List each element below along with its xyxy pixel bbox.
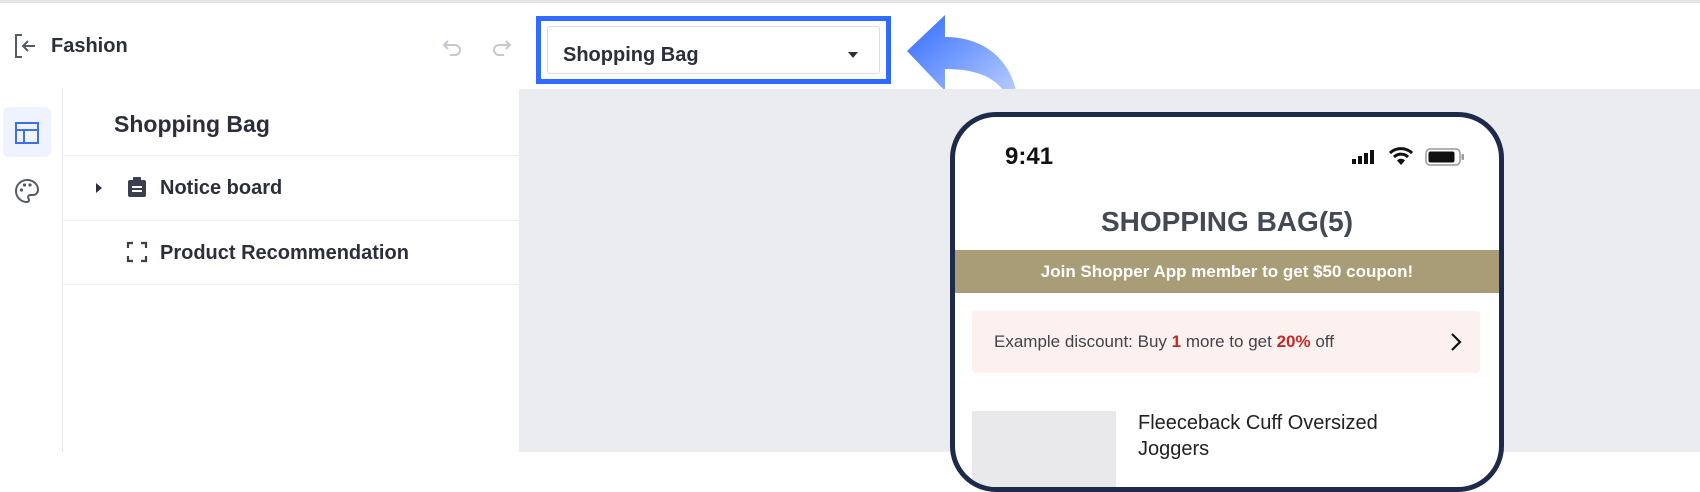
left-rail — [0, 89, 63, 452]
signal-icon — [1352, 150, 1374, 164]
page-selector-value: Shopping Bag — [563, 44, 699, 66]
frame-icon — [126, 241, 148, 263]
editor-header: Fashion Shopping Bag — [0, 3, 1700, 111]
panel-title: Shopping Bag — [114, 111, 270, 137]
layers-panel: Shopping Bag Notice board Product Recomm… — [63, 89, 519, 452]
layer-row-product-recommendation[interactable]: Product Recommendation — [63, 220, 519, 285]
exit-icon[interactable] — [12, 31, 38, 61]
layer-label: Notice board — [160, 177, 283, 199]
chevron-right-icon[interactable] — [1450, 332, 1462, 352]
clipboard-icon — [128, 177, 146, 197]
discount-text: Example discount: Buy 1 more to get 20% … — [994, 332, 1334, 352]
app-title: Fashion — [51, 35, 128, 57]
discount-suffix: off — [1310, 332, 1334, 351]
discount-percent: 20% — [1276, 332, 1311, 351]
redo-icon[interactable] — [490, 35, 514, 59]
expand-arrow-icon[interactable] — [95, 182, 103, 194]
discount-middle: more to get — [1181, 332, 1277, 351]
palette-icon — [15, 178, 40, 204]
divider — [63, 284, 519, 285]
status-bar-time: 9:41 — [1005, 143, 1054, 170]
phone-preview: 9:41 SHOPPING BAG(5) Join Shopper App me… — [950, 112, 1504, 492]
shopping-bag-title: SHOPPING BAG(5) — [1100, 206, 1354, 237]
page-selector-dropdown[interactable]: Shopping Bag — [547, 26, 880, 74]
caret-down-icon — [848, 52, 858, 58]
undo-icon[interactable] — [440, 35, 464, 59]
rail-theme-button[interactable] — [3, 165, 51, 215]
page-selector-highlight: Shopping Bag — [536, 16, 891, 84]
product-name[interactable]: Fleeceback Cuff Oversized Joggers — [1138, 410, 1438, 462]
discount-quantity: 1 — [1171, 332, 1182, 351]
battery-icon — [1425, 148, 1464, 166]
layer-label: Product Recommendation — [160, 242, 409, 264]
discount-prefix: Example discount: Buy — [994, 332, 1172, 351]
member-banner[interactable]: Join Shopper App member to get $50 coupo… — [955, 250, 1499, 293]
layer-row-notice-board[interactable]: Notice board — [63, 155, 519, 220]
rail-layers-button[interactable] — [3, 107, 51, 157]
layout-icon — [15, 122, 39, 144]
discount-notice[interactable]: Example discount: Buy 1 more to get 20% … — [972, 311, 1480, 373]
wifi-icon — [1389, 147, 1413, 165]
